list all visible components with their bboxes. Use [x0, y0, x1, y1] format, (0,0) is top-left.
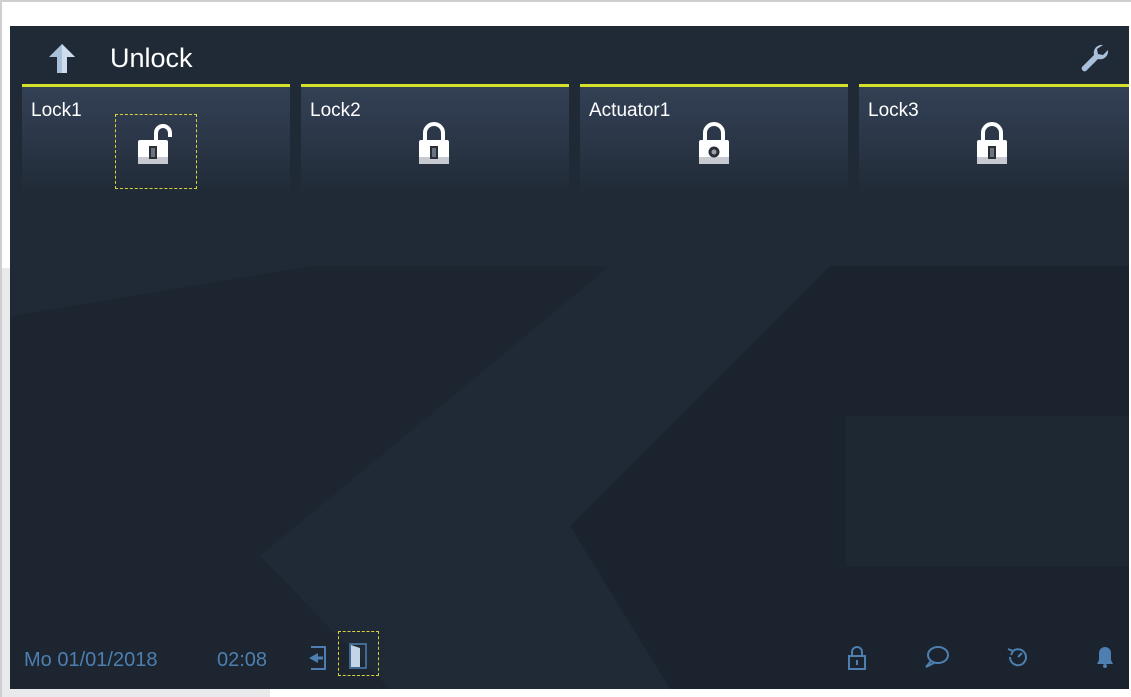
page-title: Unlock [110, 43, 193, 73]
settings-button[interactable] [1076, 40, 1112, 76]
tile-label: Lock1 [31, 100, 82, 121]
tile-label: Actuator1 [589, 100, 671, 121]
tile-lock1[interactable]: Lock1 [22, 84, 290, 194]
tile-label: Lock3 [868, 100, 919, 121]
arrow-up-icon [49, 44, 75, 73]
door-open-icon[interactable] [347, 641, 371, 671]
padlock-door-icon[interactable] [972, 120, 1012, 166]
status-time: 02:08 [217, 649, 268, 671]
padlock-actuator-icon[interactable] [694, 120, 734, 166]
tile-actuator1[interactable]: Actuator1 [580, 84, 848, 194]
history-clock-icon[interactable] [1005, 644, 1031, 670]
header-bar: Unlock [10, 26, 1129, 84]
back-button[interactable] [44, 40, 80, 76]
message-bubble-icon[interactable] [922, 644, 950, 670]
tile-label: Lock2 [310, 100, 361, 121]
tile-lock2[interactable]: Lock2 [301, 84, 569, 194]
padlock-door-icon[interactable] [414, 120, 454, 166]
tile-lock3[interactable]: Lock3 [859, 84, 1129, 194]
unlock-screen: Unlock Lock1 Lock2 Actuator1 Lock3 Mo 01… [10, 26, 1129, 689]
door-exit-icon[interactable] [304, 644, 328, 672]
status-date: Mo 01/01/2018 [24, 649, 158, 671]
padlock-open-door-icon[interactable] [136, 120, 176, 166]
padlock-icon[interactable] [846, 644, 868, 672]
lock-tiles: Lock1 Lock2 Actuator1 Lock3 [22, 84, 1129, 194]
bell-icon[interactable] [1094, 644, 1116, 670]
wrench-icon [1081, 44, 1109, 72]
status-bar: Mo 01/01/2018 02:08 [10, 626, 1129, 689]
